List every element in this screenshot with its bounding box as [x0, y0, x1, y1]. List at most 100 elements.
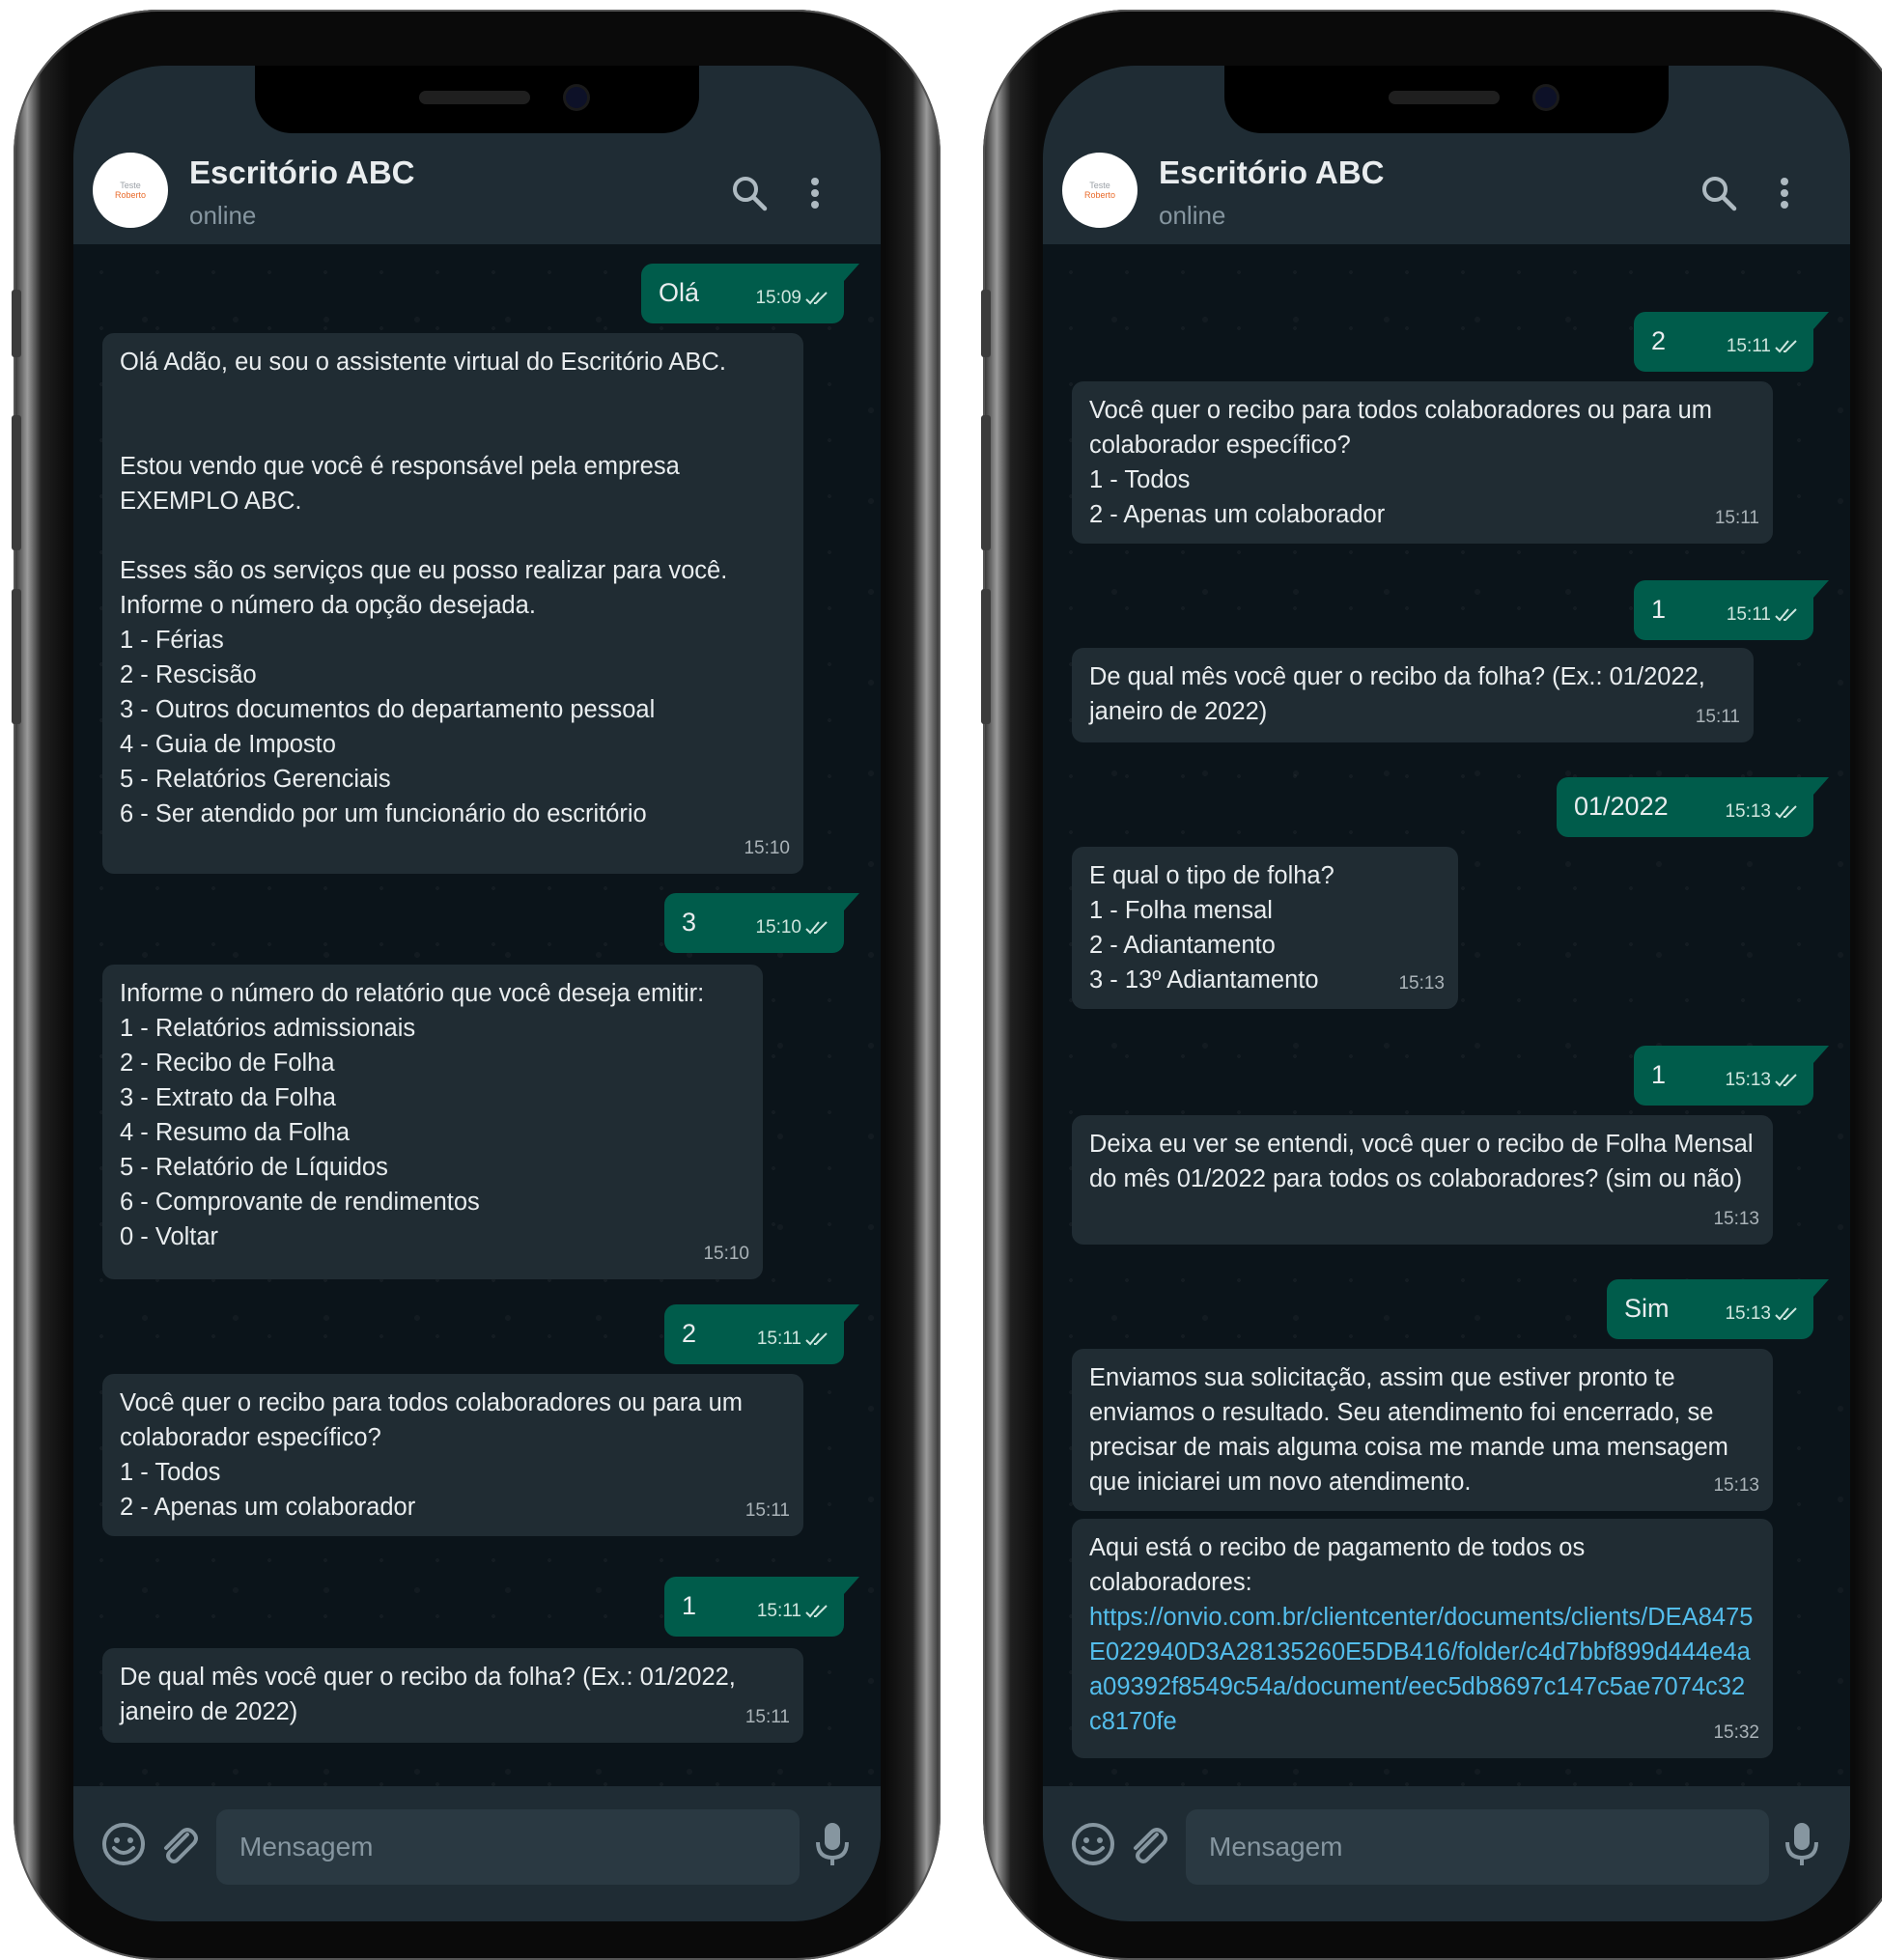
message-text: De qual mês você quer o recibo da folha?…: [120, 1664, 736, 1725]
attach-icon[interactable]: [154, 1821, 201, 1867]
outgoing-message[interactable]: 1 15:11: [664, 1577, 859, 1637]
double-check-icon: [805, 921, 828, 935]
side-button: [981, 415, 991, 550]
side-button: [12, 415, 21, 550]
message-text: De qual mês você quer o recibo da folha?…: [1089, 663, 1705, 725]
emoji-icon[interactable]: [1070, 1821, 1116, 1867]
message-time: 15:11: [744, 1707, 790, 1727]
chat-title[interactable]: Escritório ABC: [1159, 154, 1384, 191]
message-text: E qual o tipo de folha? 1 - Folha mensal…: [1089, 862, 1334, 994]
message-text: Você quer o recibo para todos colaborado…: [1089, 397, 1712, 528]
message-time: 15:11: [756, 1329, 801, 1349]
message-time: 15:11: [1695, 707, 1740, 727]
incoming-message[interactable]: Informe o número do relatório que você d…: [102, 965, 763, 1279]
message-text: 2: [682, 1319, 697, 1348]
more-vert-icon[interactable]: [803, 174, 827, 212]
message-time: 15:09: [755, 288, 801, 308]
message-time: 15:11: [1714, 508, 1759, 528]
double-check-icon: [805, 1605, 828, 1618]
side-button: [12, 589, 21, 724]
avatar[interactable]: Teste Roberto: [1062, 153, 1138, 228]
message-text: Olá Adão, eu sou o assistente virtual do…: [120, 349, 728, 827]
phone-screen: Teste Roberto Escritório ABC online 2 15…: [1043, 66, 1850, 1921]
message-time: 15:11: [1726, 336, 1771, 356]
message-text: Você quer o recibo para todos colaborado…: [120, 1389, 743, 1521]
double-check-icon: [805, 1332, 828, 1346]
incoming-message[interactable]: Olá Adão, eu sou o assistente virtual do…: [102, 333, 803, 874]
mic-icon[interactable]: [813, 1821, 852, 1867]
mic-icon[interactable]: [1783, 1821, 1821, 1867]
chat-area[interactable]: Olá 15:09 Olá Adão, eu sou o assistente …: [73, 244, 881, 1786]
outgoing-message[interactable]: Sim 15:13: [1607, 1279, 1829, 1339]
double-check-icon: [1775, 805, 1797, 819]
side-button: [12, 290, 21, 357]
message-composer: Mensagem: [73, 1786, 881, 1921]
outgoing-message[interactable]: 01/2022 15:13: [1557, 777, 1829, 837]
avatar-text: Teste: [120, 181, 141, 190]
incoming-message[interactable]: Deixa eu ver se entendi, você quer o rec…: [1072, 1115, 1773, 1245]
phone-right: Teste Roberto Escritório ABC online 2 15…: [981, 10, 1882, 1960]
chat-title[interactable]: Escritório ABC: [189, 154, 414, 191]
side-button: [981, 589, 991, 724]
phone-screen: Teste Roberto Escritório ABC online Olá …: [73, 66, 881, 1921]
avatar-text: Teste: [1089, 181, 1110, 190]
message-time: 15:11: [1726, 604, 1771, 625]
notch: [255, 66, 699, 133]
double-check-icon: [1775, 1307, 1797, 1321]
phone-left: Teste Roberto Escritório ABC online Olá …: [12, 10, 941, 1960]
search-icon[interactable]: [730, 174, 769, 212]
message-text: 1: [1651, 1060, 1667, 1089]
outgoing-message[interactable]: 1 15:11: [1634, 580, 1829, 640]
outgoing-message[interactable]: 2 15:11: [1634, 312, 1829, 372]
message-text: 1: [682, 1591, 697, 1620]
message-time: 15:13: [1713, 1475, 1759, 1496]
message-time: 15:13: [1713, 1209, 1759, 1229]
message-text: Enviamos sua solicitação, assim que esti…: [1089, 1364, 1728, 1496]
message-text: 1: [1651, 595, 1667, 624]
message-time: 15:13: [1725, 1303, 1771, 1324]
outgoing-message[interactable]: 2 15:11: [664, 1304, 859, 1364]
message-time: 15:13: [1398, 973, 1445, 994]
incoming-message[interactable]: Enviamos sua solicitação, assim que esti…: [1072, 1349, 1773, 1511]
emoji-icon[interactable]: [100, 1821, 147, 1867]
incoming-message[interactable]: Você quer o recibo para todos colaborado…: [102, 1374, 803, 1536]
message-text: 3: [682, 908, 697, 937]
message-text: Olá: [659, 278, 700, 307]
message-time: 15:11: [744, 1500, 790, 1521]
avatar[interactable]: Teste Roberto: [93, 153, 168, 228]
message-input[interactable]: Mensagem: [216, 1809, 800, 1885]
message-text: 2: [1651, 326, 1667, 355]
more-vert-icon[interactable]: [1773, 174, 1796, 212]
message-time: 15:32: [1713, 1722, 1759, 1743]
message-time: 15:10: [703, 1244, 749, 1264]
message-composer: Mensagem: [1043, 1786, 1850, 1921]
message-time: 15:10: [744, 838, 790, 858]
incoming-message[interactable]: E qual o tipo de folha? 1 - Folha mensal…: [1072, 847, 1458, 1009]
incoming-message[interactable]: De qual mês você quer o recibo da folha?…: [1072, 648, 1754, 742]
message-time: 15:13: [1725, 1070, 1771, 1090]
document-link[interactable]: https://onvio.com.br/clientcenter/docume…: [1089, 1600, 1754, 1739]
incoming-message[interactable]: Aqui está o recibo de pagamento de todos…: [1072, 1519, 1773, 1758]
message-text: 01/2022: [1574, 792, 1669, 821]
double-check-icon: [1775, 608, 1797, 622]
outgoing-message[interactable]: Olá 15:09: [641, 264, 859, 323]
double-check-icon: [1775, 1074, 1797, 1087]
message-time: 15:13: [1725, 801, 1771, 822]
avatar-text: Roberto: [114, 190, 147, 200]
attach-icon[interactable]: [1124, 1821, 1170, 1867]
message-input[interactable]: Mensagem: [1186, 1809, 1769, 1885]
avatar-text: Roberto: [1083, 190, 1116, 200]
search-icon[interactable]: [1699, 174, 1738, 212]
incoming-message[interactable]: De qual mês você quer o recibo da folha?…: [102, 1648, 803, 1743]
incoming-message[interactable]: Você quer o recibo para todos colaborado…: [1072, 381, 1773, 544]
message-time: 15:10: [755, 917, 801, 938]
side-button: [981, 290, 991, 357]
message-time: 15:11: [756, 1601, 801, 1621]
message-text: Informe o número do relatório que você d…: [120, 980, 705, 1250]
outgoing-message[interactable]: 3 15:10: [664, 893, 859, 953]
outgoing-message[interactable]: 1 15:13: [1634, 1046, 1829, 1106]
notch: [1224, 66, 1669, 133]
double-check-icon: [1775, 340, 1797, 353]
message-text: Deixa eu ver se entendi, você quer o rec…: [1089, 1131, 1754, 1192]
chat-area[interactable]: 2 15:11 Você quer o recibo para todos co…: [1043, 244, 1850, 1786]
